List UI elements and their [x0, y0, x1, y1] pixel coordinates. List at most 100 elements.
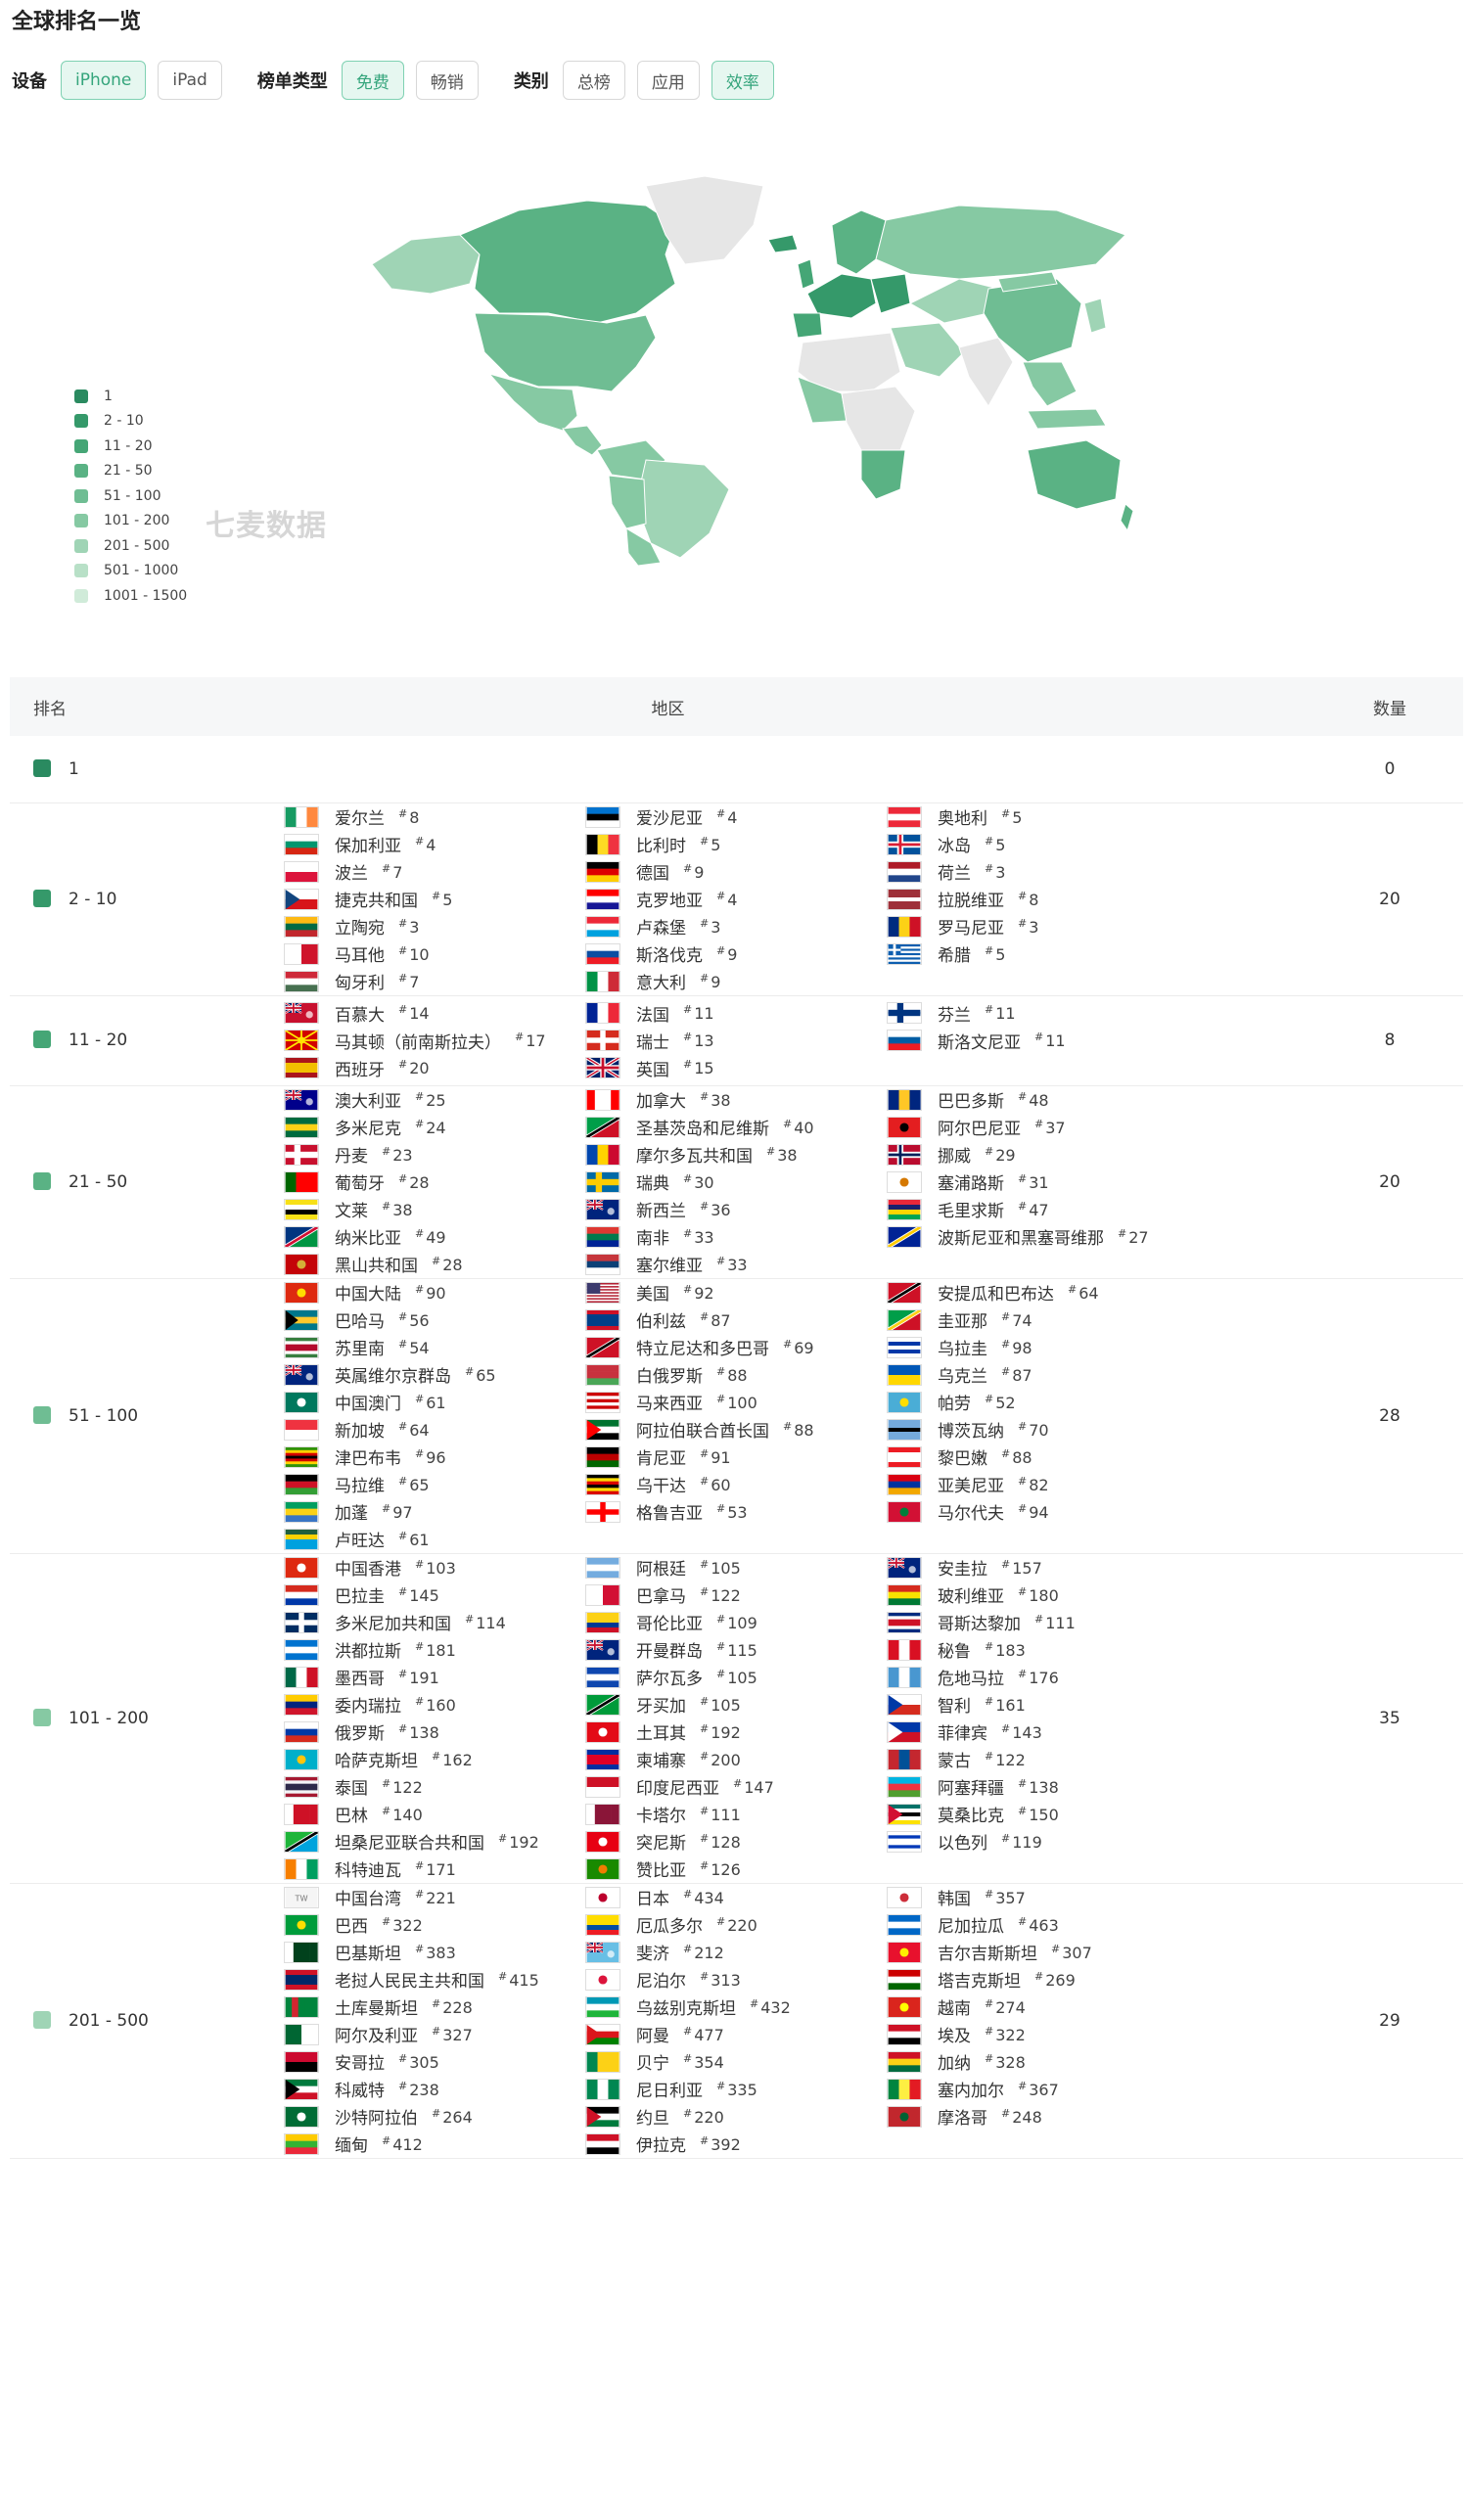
country-item[interactable]: 委内瑞拉 160 [284, 1691, 585, 1718]
country-item[interactable]: 加拿大 38 [585, 1086, 887, 1114]
country-item[interactable]: 越南 274 [887, 1993, 1219, 2021]
country-item[interactable]: 津巴布韦 96 [284, 1443, 585, 1471]
country-item[interactable]: 哥伦比亚 109 [585, 1609, 887, 1636]
country-item[interactable]: 白俄罗斯 88 [585, 1361, 887, 1389]
country-item[interactable]: 韩国 357 [887, 1884, 1219, 1911]
category-option-apps[interactable]: 应用 [636, 61, 700, 100]
country-item[interactable]: 巴林 140 [284, 1801, 585, 1828]
country-item[interactable]: 黎巴嫩 88 [887, 1443, 1219, 1471]
country-item[interactable]: 伯利兹 87 [585, 1306, 887, 1334]
country-item[interactable]: 蒙古 122 [887, 1746, 1219, 1773]
country-item[interactable]: 沙特阿拉伯 264 [284, 2103, 585, 2131]
country-item[interactable]: 黑山共和国 28 [284, 1251, 585, 1278]
country-item[interactable]: 泰国 122 [284, 1773, 585, 1801]
country-item[interactable]: 马尔代夫 94 [887, 1498, 1219, 1526]
country-item[interactable]: 塔吉克斯坦 269 [887, 1966, 1219, 1993]
country-item[interactable]: 厄瓜多尔 220 [585, 1911, 887, 1939]
country-item[interactable]: 百慕大 14 [284, 999, 585, 1027]
country-item[interactable]: 赞比亚 126 [585, 1856, 887, 1883]
legend-item[interactable]: 2 - 10 [74, 409, 187, 435]
country-item[interactable]: 安哥拉 305 [284, 2048, 585, 2076]
map-region-japan-korea[interactable] [1083, 298, 1107, 334]
legend-item[interactable]: 51 - 100 [74, 483, 187, 509]
country-item[interactable]: 巴拿马 122 [585, 1581, 887, 1609]
country-item[interactable]: 马来西亚 100 [585, 1389, 887, 1416]
map-region-europe-east[interactable] [870, 273, 911, 314]
device-option-ipad[interactable]: iPad [158, 61, 222, 100]
country-item[interactable]: 卢森堡 3 [585, 913, 887, 940]
country-item[interactable]: 尼日利亚 335 [585, 2076, 887, 2103]
country-item[interactable]: 安提瓜和巴布达 64 [887, 1279, 1219, 1306]
country-item[interactable]: 坦桑尼亚联合共和国 192 [284, 1828, 585, 1856]
country-item[interactable]: 尼泊尔 313 [585, 1966, 887, 1993]
country-item[interactable]: 秘鲁 183 [887, 1636, 1219, 1664]
country-item[interactable]: 意大利 9 [585, 968, 887, 995]
country-item[interactable]: 斯洛文尼亚 11 [887, 1027, 1219, 1054]
country-item[interactable]: 英属维尔京群岛 65 [284, 1361, 585, 1389]
country-item[interactable]: 纳米比亚 49 [284, 1223, 585, 1251]
country-item[interactable]: 毛里求斯 47 [887, 1196, 1219, 1223]
country-item[interactable]: 文莱 38 [284, 1196, 585, 1223]
country-item[interactable]: 巴巴多斯 48 [887, 1086, 1219, 1114]
country-item[interactable]: 突尼斯 128 [585, 1828, 887, 1856]
legend-item[interactable]: 501 - 1000 [74, 559, 187, 584]
country-item[interactable]: 乌干达 60 [585, 1471, 887, 1498]
legend-item[interactable]: 1001 - 1500 [74, 583, 187, 609]
country-item[interactable]: 英国 15 [585, 1054, 887, 1081]
country-item[interactable]: 马拉维 65 [284, 1471, 585, 1498]
country-item[interactable]: 开曼群岛 115 [585, 1636, 887, 1664]
country-item[interactable]: 科威特 238 [284, 2076, 585, 2103]
country-item[interactable]: TW 中国台湾 221 [284, 1884, 585, 1911]
country-item[interactable]: 印度尼西亚 147 [585, 1773, 887, 1801]
country-item[interactable]: 波兰 7 [284, 858, 585, 886]
map-region-new-zealand[interactable] [1120, 503, 1134, 532]
country-item[interactable]: 新加坡 64 [284, 1416, 585, 1443]
country-item[interactable]: 巴哈马 56 [284, 1306, 585, 1334]
country-item[interactable]: 德国 9 [585, 858, 887, 886]
country-item[interactable]: 牙买加 105 [585, 1691, 887, 1718]
country-item[interactable]: 保加利亚 4 [284, 831, 585, 858]
country-item[interactable]: 卢旺达 61 [284, 1526, 585, 1553]
country-item[interactable]: 乌克兰 87 [887, 1361, 1219, 1389]
country-item[interactable]: 特立尼达和多巴哥 69 [585, 1334, 887, 1361]
country-item[interactable]: 中国大陆 90 [284, 1279, 585, 1306]
country-item[interactable]: 葡萄牙 28 [284, 1168, 585, 1196]
country-item[interactable]: 斯洛伐克 9 [585, 940, 887, 968]
country-item[interactable]: 苏里南 54 [284, 1334, 585, 1361]
map-region-uk[interactable] [797, 258, 815, 290]
country-item[interactable]: 格鲁吉亚 53 [585, 1498, 887, 1526]
country-item[interactable]: 日本 434 [585, 1884, 887, 1911]
country-item[interactable]: 荷兰 3 [887, 858, 1219, 886]
country-item[interactable]: 埃及 322 [887, 2021, 1219, 2048]
country-item[interactable]: 柬埔寨 200 [585, 1746, 887, 1773]
map-region-central-america[interactable] [562, 425, 603, 456]
country-item[interactable]: 丹麦 23 [284, 1141, 585, 1168]
country-item[interactable]: 挪威 29 [887, 1141, 1219, 1168]
country-item[interactable]: 美国 92 [585, 1279, 887, 1306]
country-item[interactable]: 波斯尼亚和黑塞哥维那 27 [887, 1223, 1219, 1251]
country-item[interactable]: 塞内加尔 367 [887, 2076, 1219, 2103]
country-item[interactable]: 加蓬 97 [284, 1498, 585, 1526]
country-item[interactable]: 瑞典 30 [585, 1168, 887, 1196]
country-item[interactable]: 多米尼加共和国 114 [284, 1609, 585, 1636]
map-region-australia[interactable] [1027, 439, 1122, 510]
map-region-central-africa[interactable] [841, 386, 916, 451]
country-item[interactable]: 加纳 328 [887, 2048, 1219, 2076]
legend-item[interactable]: 1 [74, 384, 187, 409]
legend-item[interactable]: 11 - 20 [74, 434, 187, 459]
country-item[interactable]: 洪都拉斯 181 [284, 1636, 585, 1664]
country-item[interactable]: 斐济 212 [585, 1939, 887, 1966]
country-item[interactable]: 俄罗斯 138 [284, 1718, 585, 1746]
map-region-indonesia[interactable] [1027, 408, 1107, 430]
country-item[interactable]: 中国香港 103 [284, 1554, 585, 1581]
device-option-iphone[interactable]: iPhone [61, 61, 147, 100]
country-item[interactable]: 比利时 5 [585, 831, 887, 858]
country-item[interactable]: 马耳他 10 [284, 940, 585, 968]
country-item[interactable]: 中国澳门 61 [284, 1389, 585, 1416]
country-item[interactable]: 以色列 119 [887, 1828, 1219, 1856]
country-item[interactable]: 巴拉圭 145 [284, 1581, 585, 1609]
country-item[interactable]: 安圭拉 157 [887, 1554, 1219, 1581]
country-item[interactable]: 萨尔瓦多 105 [585, 1664, 887, 1691]
country-item[interactable]: 爱尔兰 8 [284, 803, 585, 831]
country-item[interactable]: 新西兰 36 [585, 1196, 887, 1223]
